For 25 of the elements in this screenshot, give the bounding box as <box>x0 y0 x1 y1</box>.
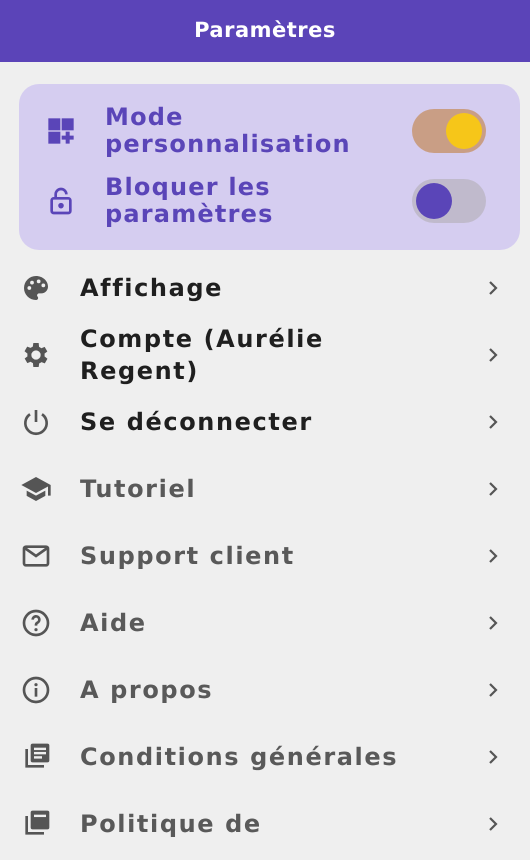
menu-item[interactable]: Se déconnecter <box>0 388 530 455</box>
menu-item[interactable]: Politique de <box>0 790 530 857</box>
setting-label: Mode personnalisation <box>105 104 352 158</box>
menu-item[interactable]: A propos <box>0 656 530 723</box>
setting-label: Bloquer les paramètres <box>105 174 275 228</box>
menu-item[interactable]: Tutoriel <box>0 455 530 522</box>
chevron-right-icon <box>486 814 500 832</box>
toggle-switch[interactable] <box>412 179 486 223</box>
help-icon <box>20 606 52 638</box>
menu-item[interactable]: Conditions générales <box>0 723 530 790</box>
chevron-right-icon <box>486 480 500 498</box>
menu-item[interactable]: Affichage <box>0 254 530 321</box>
menu-item[interactable]: Aide <box>0 589 530 656</box>
menu-item[interactable]: Compte (Aurélie Regent) <box>0 321 530 388</box>
chevron-right-icon <box>486 278 500 296</box>
info-icon <box>20 674 52 706</box>
chevron-right-icon <box>486 680 500 698</box>
screen-title: Paramètres <box>194 17 336 44</box>
chevron-right-icon <box>486 614 500 632</box>
chevron-right-icon <box>486 546 500 564</box>
chevron-right-icon <box>486 412 500 430</box>
menu-item[interactable]: Support client <box>0 522 530 589</box>
toggle-switch[interactable] <box>412 109 486 153</box>
chevron-right-icon <box>486 346 500 364</box>
chevron-right-icon <box>486 748 500 766</box>
